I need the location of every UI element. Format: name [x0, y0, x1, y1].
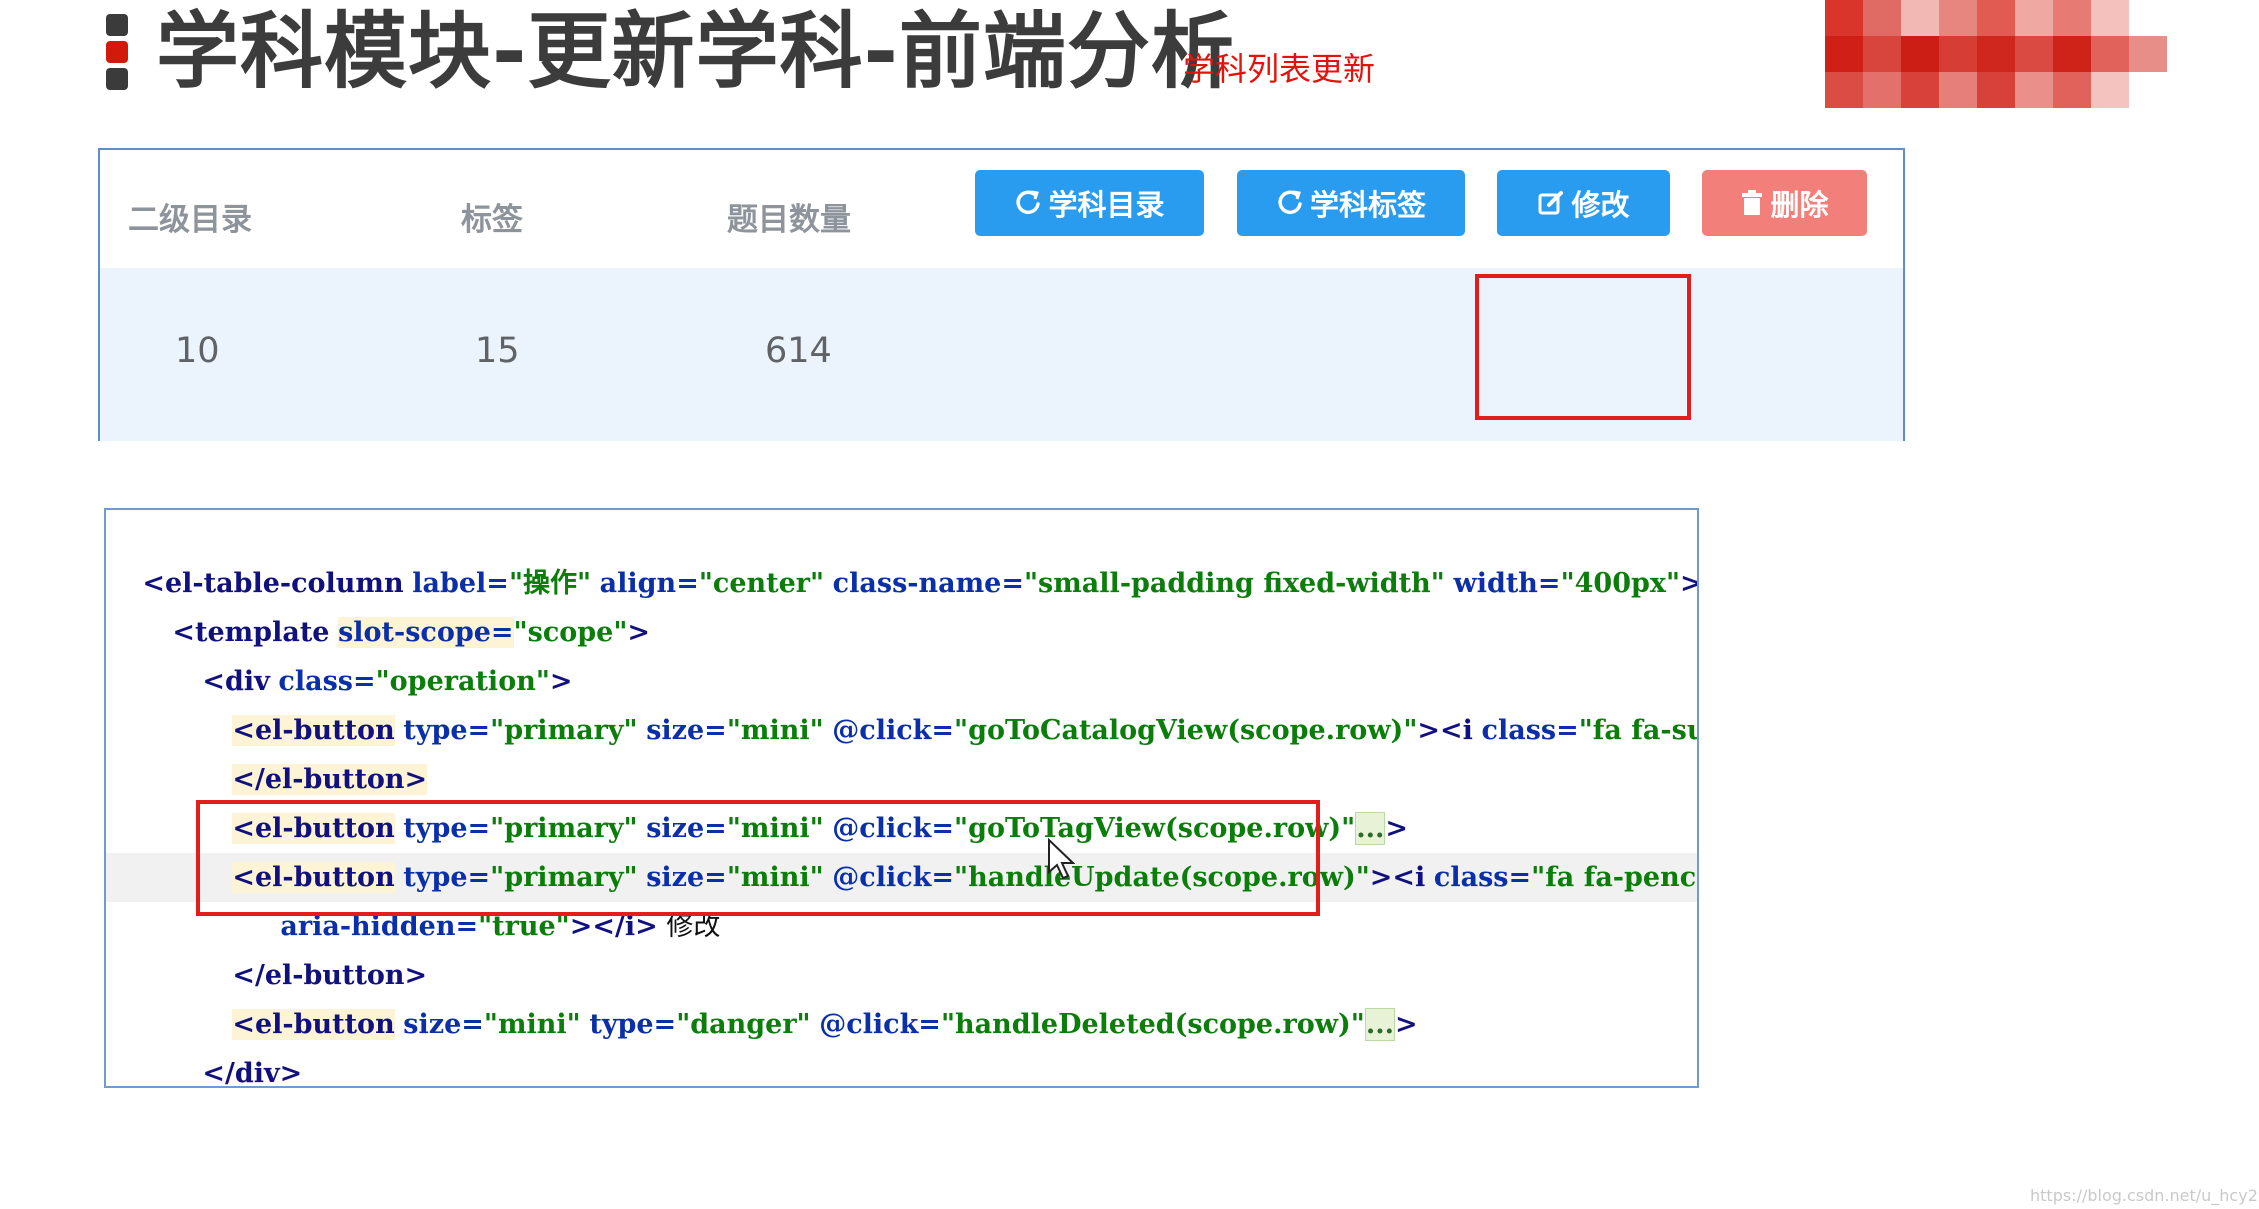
- code-snippet: <el-table-column label="操作" align="cente…: [104, 508, 1699, 1088]
- catalog-button[interactable]: 学科目录: [975, 170, 1204, 236]
- refresh-icon: [1014, 189, 1042, 217]
- mouse-pointer-icon: [1047, 837, 1076, 886]
- cell-catalog-count: 10: [175, 331, 220, 371]
- handle-update-highlight: [196, 800, 1320, 916]
- column-header-tags[interactable]: 标签: [461, 194, 523, 239]
- column-header-catalog[interactable]: 二级目录: [128, 194, 252, 239]
- trash-icon: [1740, 189, 1764, 217]
- tags-button-label: 学科标签: [1309, 188, 1426, 222]
- tags-button[interactable]: 学科标签: [1237, 170, 1465, 236]
- code-line: <template slot-scope="scope">: [172, 617, 651, 648]
- pixelated-logo: [1825, 0, 2167, 108]
- edit-icon: [1537, 189, 1565, 217]
- code-line: </div>: [202, 1058, 303, 1088]
- code-line: <el-table-column label="操作" align="cente…: [142, 568, 1697, 599]
- cell-question-count: 614: [765, 331, 832, 371]
- edit-button[interactable]: 修改: [1497, 170, 1670, 236]
- code-line: <el-button size="mini" type="danger" @cl…: [232, 1008, 1418, 1041]
- edit-button-highlight: [1475, 274, 1691, 420]
- watermark: https://blog.csdn.net/u_hcy2000: [2030, 1186, 2259, 1205]
- column-header-question-count[interactable]: 题目数量: [727, 194, 851, 239]
- code-line: <div class="operation">: [202, 666, 573, 697]
- edit-button-label: 修改: [1571, 188, 1630, 222]
- slide-subtitle: 学科列表更新: [1183, 50, 1376, 88]
- cell-tag-count: 15: [475, 331, 520, 371]
- slide-title: 学科模块-更新学科-前端分析: [156, 3, 1235, 100]
- code-line: <el-button type="primary" size="mini" @c…: [232, 715, 1697, 746]
- code-line: </template>: [138, 1049, 362, 1086]
- code-line: </el-button>: [232, 764, 428, 795]
- catalog-button-label: 学科目录: [1048, 188, 1165, 222]
- refresh-icon: [1276, 189, 1304, 217]
- delete-button[interactable]: 删除: [1702, 170, 1867, 236]
- code-line: <el-button type="primary" size="mini" @c…: [232, 812, 1409, 845]
- delete-button-label: 删除: [1770, 188, 1829, 222]
